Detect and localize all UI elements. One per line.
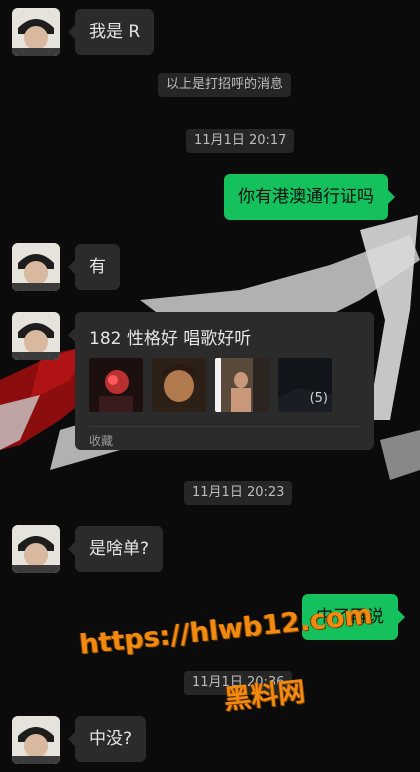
- sender-avatar[interactable]: [12, 312, 60, 360]
- photo-thumbnail[interactable]: [152, 358, 206, 412]
- avatar-icon: [12, 525, 60, 573]
- message-bubble[interactable]: 中没?: [67, 716, 147, 762]
- system-message: 以上是打招呼的消息: [158, 73, 292, 97]
- timestamp: 11月1日 20:17: [186, 129, 295, 153]
- card-title: 182 性格好 唱歌好听: [89, 329, 252, 349]
- avatar-icon: [12, 243, 60, 291]
- sender-avatar[interactable]: [12, 8, 60, 56]
- photo-thumbnail-icon: [89, 358, 143, 412]
- photo-thumbnail-icon: [152, 358, 206, 412]
- card-source-label: 收藏: [89, 434, 114, 448]
- message-bubble[interactable]: 有: [68, 244, 120, 290]
- favorites-card[interactable]: 182 性格好 唱歌好听 (5) 收藏: [68, 312, 374, 450]
- avatar-icon: [12, 8, 60, 56]
- card-divider: [89, 426, 360, 427]
- sender-avatar[interactable]: [12, 716, 60, 764]
- sender-avatar[interactable]: [12, 525, 60, 573]
- photo-thumbnail-icon: [215, 358, 269, 412]
- sender-avatar[interactable]: [12, 243, 60, 291]
- message-bubble[interactable]: 是啥单?: [67, 526, 164, 572]
- avatar-icon: [12, 716, 60, 764]
- avatar-icon: [12, 312, 60, 360]
- photo-thumbnail[interactable]: (5): [278, 358, 332, 412]
- photo-thumbnail[interactable]: [89, 358, 143, 412]
- timestamp: 11月1日 20:23: [184, 481, 293, 505]
- outgoing-message-bubble[interactable]: 你有港澳通行证吗: [224, 174, 395, 220]
- photo-count: (5): [309, 391, 328, 406]
- message-bubble[interactable]: 我是 R: [67, 9, 155, 55]
- photo-thumbnail[interactable]: [215, 358, 269, 412]
